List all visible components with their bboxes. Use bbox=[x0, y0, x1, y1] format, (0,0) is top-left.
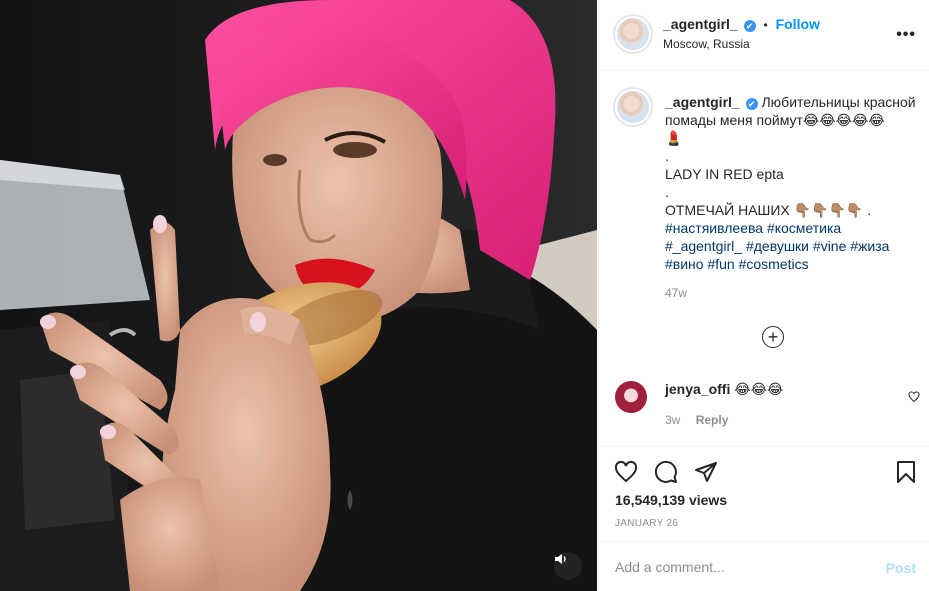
like-icon bbox=[614, 460, 638, 483]
post-location[interactable]: Moscow, Russia bbox=[663, 37, 750, 51]
post-comment-button[interactable]: Post bbox=[886, 560, 916, 576]
author-row: _agentgirl_ ✔ • Follow bbox=[663, 16, 820, 32]
share-button[interactable] bbox=[693, 459, 719, 485]
small-heart-icon[interactable] bbox=[908, 391, 920, 403]
more-icon[interactable]: ••• bbox=[896, 26, 916, 44]
comment-text: jenya_offi 😂😂😂 bbox=[665, 381, 783, 398]
caption-username[interactable]: _agentgirl_ bbox=[665, 94, 740, 110]
verified-icon: ✔ bbox=[745, 98, 758, 110]
caption-line-3: . bbox=[665, 148, 669, 164]
comment-input[interactable] bbox=[615, 557, 865, 577]
share-icon bbox=[695, 462, 717, 482]
author-username[interactable]: _agentgirl_ bbox=[663, 16, 738, 32]
reply-button[interactable]: Reply bbox=[696, 413, 729, 427]
author-avatar[interactable] bbox=[613, 14, 653, 54]
hashtag-link[interactable]: #косметика bbox=[767, 220, 841, 236]
save-icon bbox=[897, 461, 915, 483]
like-button[interactable] bbox=[613, 459, 639, 485]
verified-icon: ✔ bbox=[743, 20, 756, 32]
caption-time[interactable]: 47w bbox=[665, 286, 687, 300]
caption-line-2: 💄 bbox=[665, 130, 683, 146]
follow-button[interactable]: Follow bbox=[776, 16, 820, 32]
hashtag-link[interactable]: #_agentgirl_ bbox=[665, 238, 742, 254]
caption-avatar[interactable] bbox=[613, 87, 653, 127]
comment-time[interactable]: 3w bbox=[665, 413, 680, 427]
hashtag-link[interactable]: #fun bbox=[707, 256, 734, 272]
commenter-username[interactable]: jenya_offi bbox=[665, 381, 730, 397]
caption-area: _agentgirl_ ✔ Любительницы красной помад… bbox=[599, 71, 929, 446]
hashtag-link[interactable]: #vine bbox=[813, 238, 846, 254]
save-button[interactable] bbox=[893, 459, 919, 485]
caption-line-6: ОТМЕЧАЙ НАШИХ 👇🏽👇🏽👇🏽👇🏽 . bbox=[665, 202, 872, 218]
comment-meta: 3w Reply bbox=[665, 413, 740, 427]
load-more-icon[interactable]: + bbox=[762, 326, 784, 348]
hashtag-link[interactable]: #вино bbox=[665, 256, 704, 272]
video-frame bbox=[0, 0, 597, 591]
post-actions: 16,549,139 views JANUARY 26 bbox=[599, 446, 929, 541]
hashtag-link[interactable]: #девушки bbox=[746, 238, 809, 254]
comment-button[interactable] bbox=[653, 459, 679, 485]
post-details-panel: _agentgirl_ ✔ • Follow Moscow, Russia ••… bbox=[598, 0, 929, 591]
post-video[interactable] bbox=[0, 0, 597, 591]
hashtag-link[interactable]: #cosmetics bbox=[739, 256, 809, 272]
hashtag-link[interactable]: #жиза bbox=[850, 238, 889, 254]
separator-dot: • bbox=[763, 18, 768, 32]
caption-line-5: . bbox=[665, 184, 669, 200]
hashtag-link[interactable]: #настяивлеева bbox=[665, 220, 763, 236]
sound-icon bbox=[555, 554, 566, 564]
comment-icon bbox=[654, 460, 677, 483]
view-count[interactable]: 16,549,139 views bbox=[615, 492, 727, 508]
sound-toggle-button[interactable] bbox=[554, 552, 582, 580]
comment-body: 😂😂😂 bbox=[734, 381, 784, 397]
caption-text: _agentgirl_ ✔ Любительницы красной помад… bbox=[665, 93, 923, 273]
post-header: _agentgirl_ ✔ • Follow Moscow, Russia ••… bbox=[599, 0, 929, 71]
add-comment-section: Post bbox=[599, 541, 929, 591]
commenter-avatar[interactable] bbox=[615, 381, 647, 413]
hashtags: #настяивлеева #косметика #_agentgirl_ #д… bbox=[665, 219, 923, 273]
caption-line-4: LADY IN RED epta bbox=[665, 166, 784, 182]
post-date[interactable]: JANUARY 26 bbox=[615, 518, 678, 529]
comment-item: jenya_offi 😂😂😂 3w Reply bbox=[599, 379, 929, 439]
